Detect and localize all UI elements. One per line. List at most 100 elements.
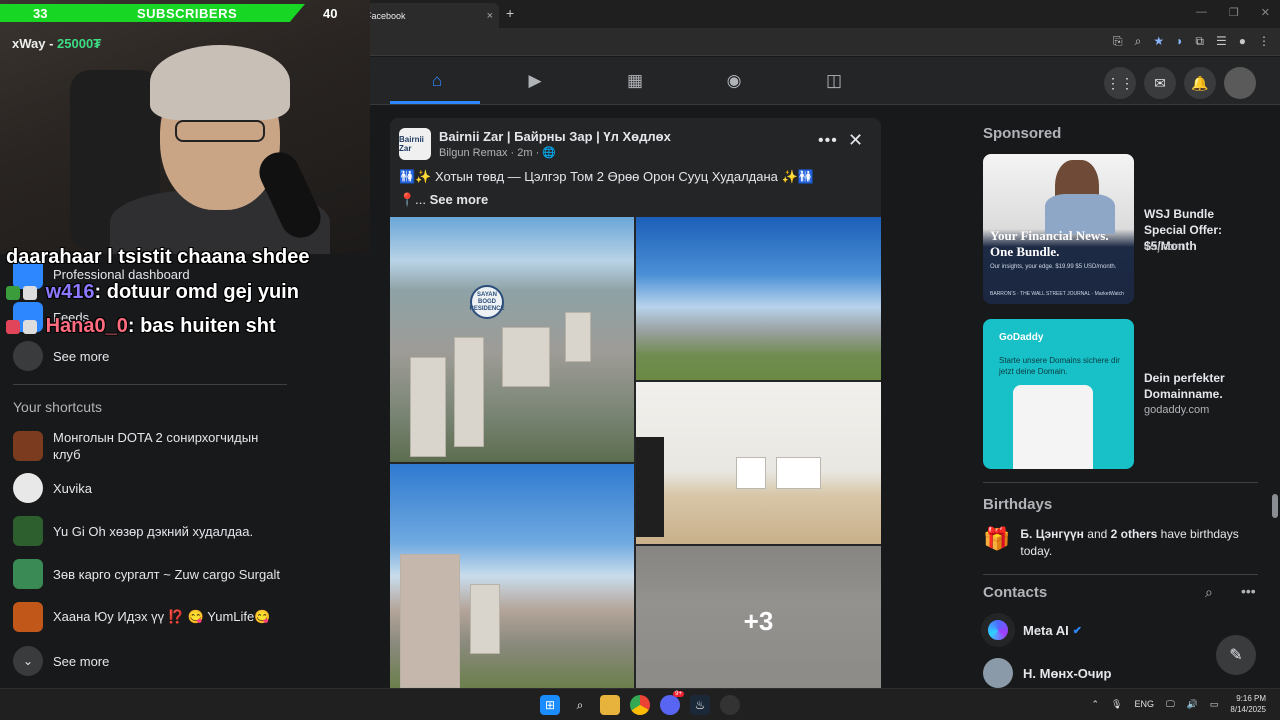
page-scrollbar[interactable] <box>1272 494 1278 518</box>
volume-icon[interactable]: 🔊 <box>1187 699 1198 710</box>
birthday-and: and <box>1083 527 1111 541</box>
messenger-icon[interactable]: ✉ <box>1144 67 1176 99</box>
video-icon[interactable]: ▶ <box>520 67 550 95</box>
shortcut-label: Xuvika <box>53 480 93 496</box>
new-tab-icon[interactable]: + <box>506 5 514 21</box>
ad-subtext: Starte unsere Domains sichere dir jetzt … <box>999 356 1120 376</box>
ad-image-godaddy[interactable]: GoDaddy Starte unsere Domains sichere di… <box>983 319 1134 469</box>
network-icon[interactable]: 🖵 <box>1166 699 1175 710</box>
microphone-icon[interactable]: 🎙 <box>1111 699 1122 710</box>
groups-icon[interactable]: ◉ <box>719 67 749 95</box>
shortcut-item[interactable]: Yu Gi Oh хөзөр дэкний худалдаа. <box>13 516 253 546</box>
extensions-icon[interactable]: ⧉ <box>1195 34 1204 49</box>
post-text: 🚻✨ Хотын төвд — Цэлгэр Том 2 Өрөө Орон С… <box>399 169 814 184</box>
birthday-others[interactable]: 2 others <box>1111 527 1158 541</box>
shortcuts-see-more[interactable]: ⌄ See more <box>13 646 109 676</box>
chevron-down-icon <box>13 341 43 371</box>
window <box>736 457 766 489</box>
restore-icon[interactable]: ❐ <box>1229 6 1239 19</box>
shortcut-thumb <box>13 602 43 632</box>
chat-badge-icon <box>23 285 37 300</box>
post-options-icon[interactable]: ••• <box>818 132 838 150</box>
contact-meta-ai[interactable]: Meta AI ✔ <box>981 613 1082 647</box>
contacts-options-icon[interactable]: ••• <box>1241 583 1256 599</box>
windows-start-icon[interactable]: ⊞ <box>540 695 560 715</box>
post-photo-1[interactable]: SAYAN BOGD RESIDENCE <box>390 217 634 462</box>
shortcut-thumb <box>13 473 43 503</box>
window <box>776 457 821 489</box>
building <box>410 357 446 457</box>
language-indicator[interactable]: ENG <box>1134 699 1154 709</box>
reading-list-icon[interactable]: ☰ <box>1216 34 1227 49</box>
post-see-more[interactable]: 📍... See more <box>399 192 488 208</box>
building <box>400 554 460 688</box>
birthday-name[interactable]: Б. Цэнгүүн <box>1020 527 1084 541</box>
post-photo-5[interactable]: +3 <box>636 546 881 688</box>
battery-icon[interactable]: ▭ <box>1210 699 1219 710</box>
sidebar-divider <box>13 384 287 385</box>
contact-name: Н. Мөнх-Очир <box>1023 665 1112 681</box>
ad-headline: Your Financial News. One Bundle. <box>990 228 1109 259</box>
birthday-row[interactable]: 🎁 Б. Цэнгүүн and 2 others have birthdays… <box>983 526 1255 560</box>
building <box>565 312 591 362</box>
post-photo-2[interactable] <box>636 217 881 380</box>
extension-audio-icon[interactable]: ◗ <box>1176 34 1183 49</box>
bookmark-star-icon[interactable]: ★ <box>1153 34 1164 49</box>
tab-title: Facebook <box>366 10 406 21</box>
post-photo-4[interactable] <box>390 464 634 688</box>
home-icon[interactable]: ⌂ <box>422 67 452 95</box>
contact-name: Meta AI <box>1023 622 1069 638</box>
minimize-icon[interactable]: — <box>1196 6 1207 19</box>
new-message-icon[interactable]: ✎ <box>1216 635 1256 675</box>
facebook-top-nav: ⌂ ▶ ▦ ◉ ◫ ⋮⋮ ✉ 🔔 <box>370 57 1280 105</box>
notifications-bell-icon[interactable]: 🔔 <box>1184 67 1216 99</box>
shortcut-item[interactable]: Хаана Юу Идэх үү ⁉️ 😋 YumLife😋 <box>13 602 270 632</box>
account-avatar[interactable] <box>1224 67 1256 99</box>
residence-logo: SAYAN BOGD RESIDENCE <box>470 285 505 319</box>
shortcut-item[interactable]: Монголын DOTA 2 сонирхогчидын клуб <box>13 429 278 463</box>
search-icon[interactable]: ⌕ <box>570 695 590 715</box>
profile-icon[interactable]: ● <box>1239 34 1246 49</box>
menu-grid-icon[interactable]: ⋮⋮ <box>1104 67 1136 99</box>
window-close-icon[interactable]: ✕ <box>1261 6 1270 19</box>
post-author[interactable]: Bairnii Zar | Байрны Зар | Үл Хөдлөх <box>439 129 671 144</box>
shortcut-label: Зөв карго сургалт ~ Zuw cargo Surgalt <box>53 566 280 582</box>
post-photo-3[interactable] <box>636 382 881 544</box>
steam-icon[interactable]: ♨ <box>690 695 710 715</box>
page-avatar[interactable]: Bairnii Zar <box>399 128 431 160</box>
tray-expand-icon[interactable]: ⌃ <box>1091 699 1099 710</box>
obs-icon[interactable] <box>720 695 740 715</box>
contact-person[interactable]: Н. Мөнх-Очир <box>983 658 1111 688</box>
ad-image-wsj[interactable]: Your Financial News. One Bundle. Our ins… <box>983 154 1134 304</box>
clock-time: 9:16 PM <box>1236 694 1266 703</box>
marketplace-icon[interactable]: ▦ <box>620 67 650 95</box>
see-more-link[interactable]: See more <box>430 192 489 207</box>
system-clock[interactable]: 9:16 PM 8/14/2025 <box>1230 693 1266 715</box>
contacts-search-icon[interactable]: ⌕ <box>1205 584 1213 601</box>
building <box>454 337 484 447</box>
discord-icon[interactable]: 9+ <box>660 691 684 715</box>
tab-close-icon[interactable]: × <box>487 10 493 22</box>
chrome-icon[interactable] <box>630 695 650 715</box>
streamer-glasses <box>175 120 265 142</box>
zoom-icon[interactable]: ⌕ <box>1135 34 1142 49</box>
file-explorer-icon[interactable] <box>600 695 620 715</box>
browser-menu-icon[interactable]: ⋮ <box>1258 34 1270 49</box>
toolbar-icons: ⎘ ⌕ ★ ◗ ⧉ ☰ ● ⋮ <box>1113 34 1270 49</box>
ad-footer: BARRON'S · THE WALL STREET JOURNAL · Mar… <box>990 291 1124 297</box>
donation-user: xWay <box>12 36 46 51</box>
gaming-icon[interactable]: ◫ <box>819 67 849 95</box>
chat-text: bas huiten sht <box>140 315 276 337</box>
shortcut-item[interactable]: Зөв карго сургалт ~ Zuw cargo Surgalt <box>13 559 280 589</box>
cast-icon[interactable]: ⎘ <box>1113 34 1123 49</box>
ad-source: godaddy.com <box>1144 404 1210 416</box>
chevron-down-icon: ⌄ <box>13 646 43 676</box>
shortcut-item[interactable]: Xuvika <box>13 473 92 503</box>
sidebar-see-more[interactable]: See more <box>13 341 109 371</box>
verified-badge-icon: ✔ <box>1072 624 1082 637</box>
shortcuts-see-more-label: See more <box>53 653 110 669</box>
active-tab-indicator <box>390 101 480 104</box>
post-close-icon[interactable]: ✕ <box>848 130 863 151</box>
pin-prefix: 📍... <box>399 192 430 207</box>
ad-title[interactable]: Dein perfekter Domainname. <box>1144 370 1258 402</box>
